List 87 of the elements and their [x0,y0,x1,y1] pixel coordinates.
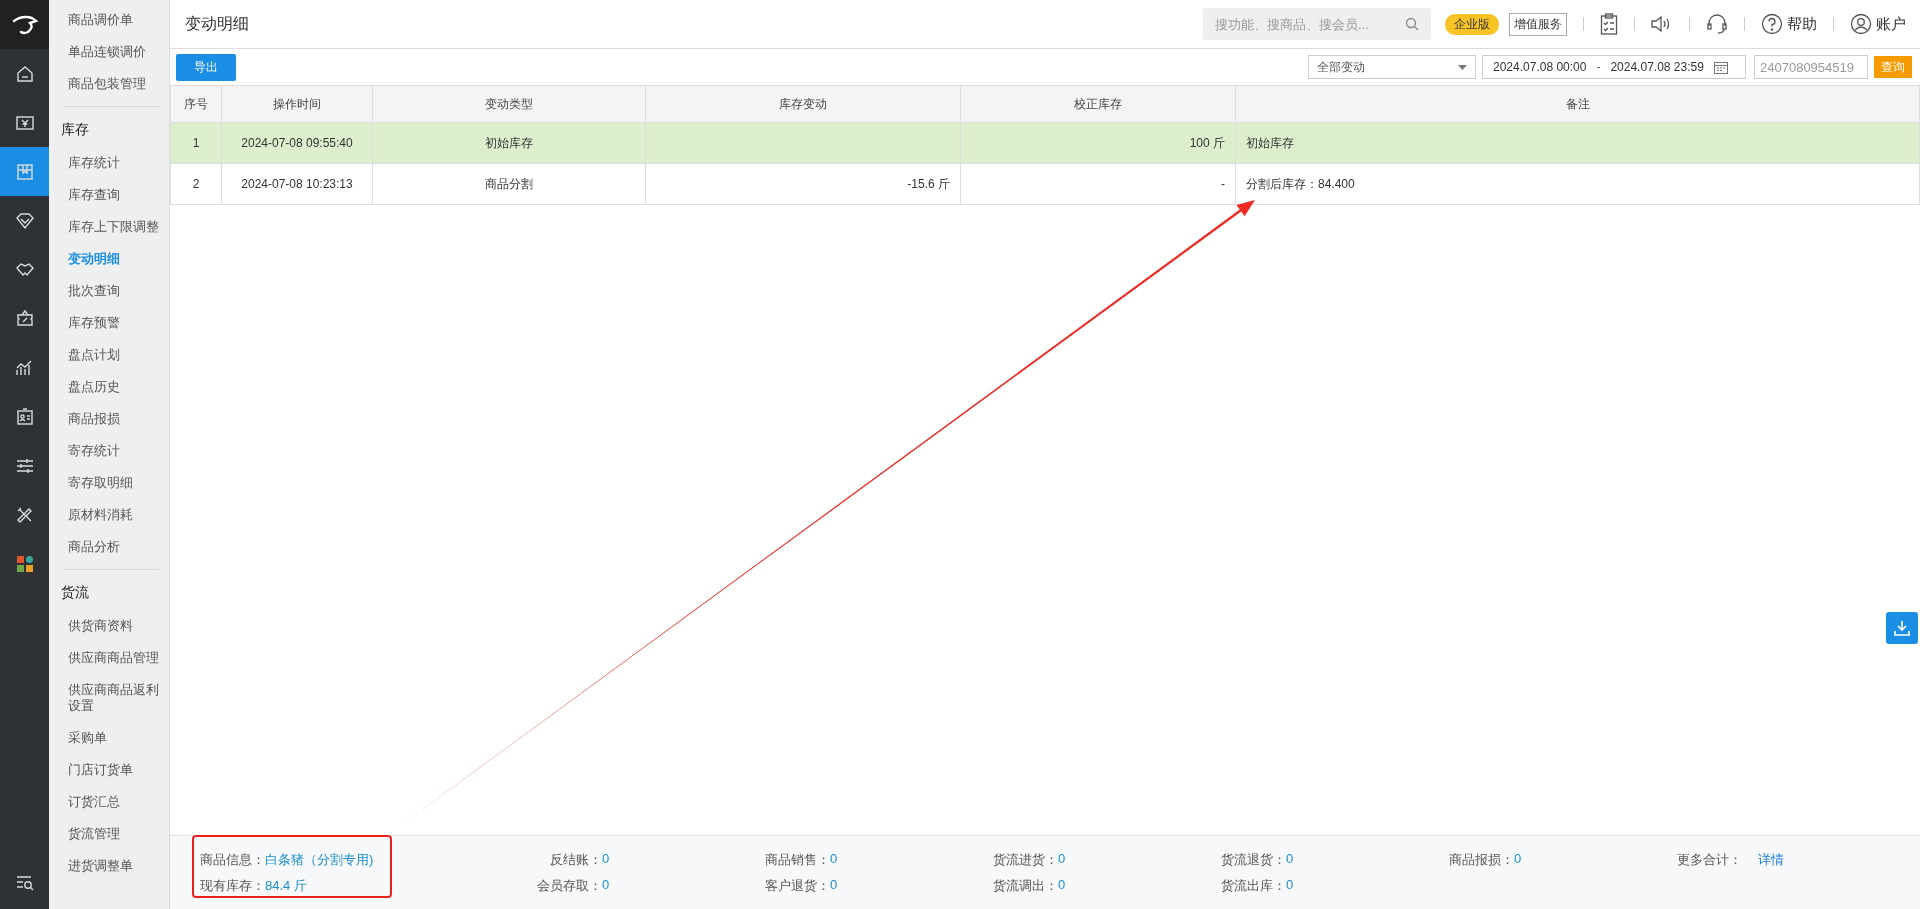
table-row[interactable]: 2 2024-07-08 10:23:13 商品分割 -15.6 斤 - 分割后库存：84.400 [170,163,1920,205]
table-cell: 1 [170,122,222,164]
selected-table-row[interactable]: 1 2024-07-08 09:55:40 初始库存 100 斤 初始库存 [170,122,1920,164]
sidebar-item[interactable]: 盘点计划 [49,339,169,371]
sidebar-group-title: 库存 [60,120,90,139]
sidebar-item[interactable]: 商品调价单 [49,4,169,36]
sidebar-item[interactable]: 原材料消耗 [49,499,169,531]
search-field[interactable]: 搜功能、搜商品、搜会员... [1203,8,1431,40]
stat-value: 0 [1286,850,1294,868]
page-title: 变动明细 [185,13,250,34]
edition-badge: 企业版 [1445,13,1499,35]
sidebar-item[interactable]: 商品报损 [49,403,169,435]
table-cell: 2 [170,163,222,205]
download-icon [1894,620,1910,636]
table-cell: 2024-07-08 09:55:40 [221,122,373,164]
sidebar-item[interactable]: 寄存取明细 [49,467,169,499]
stat-label: 会员存取： [536,876,602,895]
sidebar-item[interactable]: 商品分析 [49,531,169,563]
stat-label: 货流调出： [992,876,1058,895]
details-link[interactable]: 详情 [1758,850,1784,869]
stat-value: 0 [1058,850,1066,868]
sidebar-item[interactable]: 进货调整单 [49,850,169,882]
stat-value: 0 [830,850,838,868]
sidebar-group-title: 货流 [60,583,90,602]
current-stock-label: 现有库存： [200,877,265,893]
value-added-button[interactable]: 增值服务 [1509,12,1567,36]
stat-label: 货流出库： [1220,876,1286,895]
sidebar-item[interactable]: 供应商商品管理 [49,642,169,674]
caret-icon [1458,64,1467,70]
stat-value: 0 [1058,876,1066,894]
sidebar-item[interactable]: 库存统计 [49,147,169,179]
help-button[interactable]: 帮助 [1761,13,1817,35]
stat-label: 货流进货： [992,850,1058,869]
filter-dropdown[interactable]: 全部变动 [1308,55,1476,79]
sidebar-item[interactable]: 库存上下限调整 [49,211,169,243]
stat-label: 客户退货： [764,876,830,895]
search-icon [1405,17,1419,31]
stat-value: 0 [602,876,610,894]
help-icon [1761,13,1783,35]
sidebar-item[interactable]: 库存预警 [49,307,169,339]
table-cell: 2024-07-08 10:23:13 [221,163,373,205]
sidebar-item[interactable]: 货流管理 [49,818,169,850]
clipboard-icon[interactable] [1600,13,1618,35]
date-range-field[interactable]: 2024.07.08 00:00 - 2024.07.08 23:59 [1482,55,1746,79]
table-cell: 分割后库存：84.400 [1235,163,1920,205]
column-header: 变动类型 [372,85,646,123]
logo-icon [0,0,49,49]
stat-label: 货流退货： [1220,850,1286,869]
table-cell: 100 斤 [960,122,1236,164]
headset-icon[interactable] [1706,13,1728,35]
sidebar-item[interactable]: 单品连锁调价 [49,36,169,68]
table-cell: - [960,163,1236,205]
table-cell: 初始库存 [372,122,646,164]
code-input[interactable]: 2407080954519 [1754,55,1868,79]
sidebar-item[interactable]: 订货汇总 [49,786,169,818]
stat-label: 反结账： [549,850,602,869]
product-link[interactable]: 白条猪（分割专用) [265,851,374,867]
stat-value: 0 [830,876,838,894]
current-stock-value: 84.4 斤 [265,877,307,893]
user-icon [1850,13,1872,35]
sidebar-item[interactable]: 库存查询 [49,179,169,211]
sidebar-item[interactable]: 供货商资料 [49,610,169,642]
column-header: 库存变动 [645,85,961,123]
column-header: 校正库存 [960,85,1236,123]
stat-value: 0 [1286,876,1294,894]
download-button[interactable] [1886,612,1918,644]
column-header: 备注 [1235,85,1920,123]
table-cell: -15.6 斤 [645,163,961,205]
stat-value: 0 [1514,850,1522,868]
stat-label: 商品报损： [1448,850,1514,869]
sidebar-item[interactable]: 盘点历史 [49,371,169,403]
stat-value: 0 [602,850,610,868]
account-button[interactable]: 账户 [1850,13,1906,35]
stat-label: 商品销售： [764,850,830,869]
sidebar-item[interactable]: 采购单 [49,722,169,754]
product-info-label: 商品信息： [200,851,265,867]
sidebar-item[interactable]: 寄存统计 [49,435,169,467]
table-cell: 初始库存 [1235,122,1920,164]
more-totals-label: 更多合计： [1676,850,1742,869]
sidebar-item[interactable]: 商品包装管理 [49,68,169,100]
sidebar-item[interactable]: 供应商商品返利设置 [49,674,169,722]
calendar-icon [1713,60,1728,74]
column-header: 序号 [170,85,222,123]
sidebar-item[interactable]: 门店订货单 [49,754,169,786]
sidebar-item[interactable]: 批次查询 [49,275,169,307]
table-cell: 商品分割 [372,163,646,205]
column-header: 操作时间 [221,85,373,123]
